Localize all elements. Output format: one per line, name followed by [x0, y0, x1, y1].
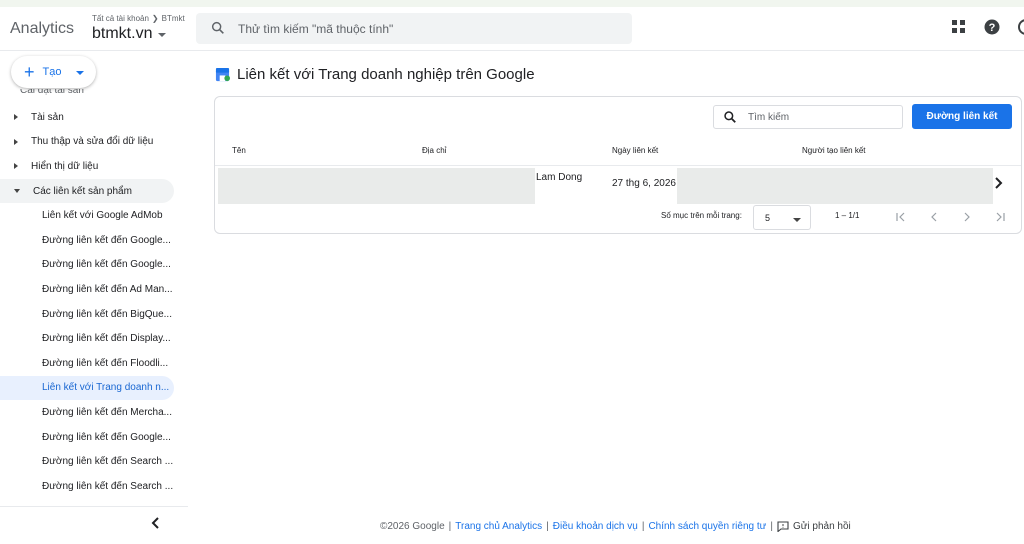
page-title-text: Liên kết với Trang doanh nghiệp trên Goo…	[237, 66, 535, 83]
sidebar-item-label: Tài sản	[31, 111, 64, 123]
sidebar-subitem-google-play[interactable]: Đường liên kết đến Google...	[0, 425, 174, 450]
sidebar-subitem-display[interactable]: Đường liên kết đến Display...	[0, 326, 174, 351]
svg-text:?: ?	[989, 22, 996, 34]
page-footer: ©2026 Google | Trang chủ Analytics | Điề…	[380, 521, 851, 532]
feedback-label: Gửi phản hồi	[792, 521, 851, 532]
table-search[interactable]	[713, 105, 903, 129]
sidebar-divider	[0, 506, 188, 507]
sidebar-subitem-merchant[interactable]: Đường liên kết đến Mercha...	[0, 400, 174, 425]
footer-separator: |	[448, 521, 452, 532]
global-search[interactable]	[196, 13, 632, 44]
expand-arrow-icon	[14, 163, 18, 170]
sidebar-subitem-search-ads[interactable]: Đường liên kết đến Search ...	[0, 449, 174, 474]
sidebar-item-data-collection[interactable]: Thu thập và sửa đổi dữ liệu	[0, 130, 188, 155]
breadcrumb-child: BTmkt	[161, 14, 185, 23]
create-button[interactable]: + Tạo	[11, 56, 96, 88]
sidebar-subitem-admob[interactable]: Liên kết với Google AdMob	[0, 203, 174, 228]
page-size-select[interactable]: 5	[753, 205, 811, 230]
redacted-creator-cell	[677, 168, 993, 204]
table-pagination: Số mục trên mỗi trang: 5 1 – 1/1	[215, 205, 1021, 231]
sidebar-subitem-search-console[interactable]: Đường liên kết đến Search ...	[0, 474, 174, 499]
sidebar-item-label: Hiển thị dữ liệu	[31, 160, 99, 172]
sidebar-subitem-bigquery[interactable]: Đường liên kết đến BigQue...	[0, 302, 174, 327]
add-link-button[interactable]: Đường liên kết	[912, 104, 1012, 129]
dropdown-arrow-icon	[76, 71, 85, 75]
page-title: Liên kết với Trang doanh nghiệp trên Goo…	[215, 66, 535, 83]
sidebar-item-data-display[interactable]: Hiển thị dữ liệu	[0, 154, 188, 179]
sidebar-item-product-links[interactable]: Các liên kết sản phẩm	[0, 178, 174, 204]
feedback-icon	[777, 521, 789, 532]
more-icon[interactable]	[1018, 19, 1024, 35]
table-search-input[interactable]	[748, 111, 888, 123]
link-date-cell: 27 thg 6, 2026	[612, 178, 676, 189]
address-cell: Lam Dong	[536, 172, 583, 183]
account-breadcrumb: Tất cả tài khoản ❯ BTmkt	[92, 14, 185, 23]
sidebar-subitem-business-profile[interactable]: Liên kết với Trang doanh n...	[0, 375, 174, 401]
account-picker[interactable]: Tất cả tài khoản ❯ BTmkt btmkt.vn	[92, 14, 185, 43]
help-icon[interactable]: ?	[984, 19, 1000, 35]
sidebar-item-tai-san[interactable]: Tài sản	[0, 105, 188, 130]
footer-separator: |	[641, 521, 645, 532]
column-header-name[interactable]: Tên	[232, 146, 246, 155]
page-size-value: 5	[765, 212, 771, 223]
dropdown-arrow-icon	[793, 218, 801, 222]
page-range: 1 – 1/1	[835, 211, 860, 220]
sidebar-subitem-google-ad-manager-2[interactable]: Đường liên kết đến Google...	[0, 253, 174, 278]
table-header: Tên Địa chỉ Ngày liên kết Người tạo liên…	[215, 138, 1021, 166]
sidebar-item-label: Các liên kết sản phẩm	[33, 185, 132, 197]
expand-arrow-icon	[14, 138, 18, 145]
sidebar-item-label: Thu thập và sửa đổi dữ liệu	[31, 136, 154, 148]
chevron-right-icon[interactable]	[993, 176, 1003, 190]
breadcrumb-parent: Tất cả tài khoản	[92, 14, 149, 23]
search-icon	[724, 111, 736, 123]
plus-icon: +	[24, 62, 35, 82]
dropdown-arrow-icon	[158, 33, 167, 37]
header-actions: ?	[952, 19, 1024, 35]
apps-grid-icon[interactable]	[952, 20, 966, 34]
next-page-icon[interactable]	[957, 207, 977, 227]
sidebar-subitem-ad-manager[interactable]: Đường liên kết đến Ad Man...	[0, 277, 174, 302]
redacted-name-cell	[218, 168, 535, 204]
column-header-link-date[interactable]: Ngày liên kết	[612, 146, 658, 155]
create-button-label: Tạo	[42, 66, 62, 78]
copyright: ©2026 Google	[380, 521, 445, 532]
collapse-arrow-icon	[14, 189, 20, 194]
chevron-right-icon: ❯	[151, 14, 159, 23]
app-header: Analytics Tất cả tài khoản ❯ BTmkt btmkt…	[0, 7, 1024, 51]
column-header-address[interactable]: Địa chỉ	[422, 146, 446, 155]
links-table-card: Đường liên kết Tên Địa chỉ Ngày liên kết…	[214, 96, 1022, 234]
top-strip	[0, 0, 1024, 7]
column-header-creator[interactable]: Người tạo liên kết	[802, 146, 866, 155]
last-page-icon[interactable]	[990, 207, 1010, 227]
global-search-input[interactable]	[238, 21, 618, 36]
main-content: Liên kết với Trang doanh nghiệp trên Goo…	[188, 51, 1024, 544]
sidebar: + Tạo Cài đặt tài sản Tài sản Thu thập v…	[0, 51, 188, 544]
footer-link-terms[interactable]: Điều khoản dịch vụ	[553, 521, 638, 532]
first-page-icon[interactable]	[891, 207, 911, 227]
footer-link-privacy[interactable]: Chính sách quyền riêng tư	[648, 521, 766, 532]
sidebar-subitem-floodlight[interactable]: Đường liên kết đến Floodli...	[0, 351, 174, 376]
previous-page-icon[interactable]	[924, 207, 944, 227]
footer-separator: |	[770, 521, 773, 532]
feedback-link[interactable]: Gửi phản hồi	[777, 521, 851, 532]
footer-link-analytics-home[interactable]: Trang chủ Analytics	[455, 521, 542, 532]
product-name: Analytics	[10, 20, 75, 37]
sidebar-nav: Tài sản Thu thập và sửa đổi dữ liệu Hiển…	[0, 105, 188, 499]
table-row[interactable]: Lam Dong 27 thg 6, 2026	[215, 166, 1021, 204]
expand-arrow-icon	[14, 114, 18, 121]
property-name[interactable]: btmkt.vn	[92, 25, 185, 43]
sidebar-item-cut: Cài đặt tài sản	[20, 89, 84, 96]
search-icon	[211, 21, 224, 34]
sidebar-subitem-google-ads[interactable]: Đường liên kết đến Google...	[0, 228, 174, 253]
page-size-label: Số mục trên mỗi trang:	[661, 211, 742, 220]
business-profile-icon	[215, 67, 230, 82]
property-name-label: btmkt.vn	[92, 25, 153, 42]
collapse-sidebar-icon[interactable]	[150, 516, 160, 530]
footer-separator: |	[546, 521, 549, 532]
